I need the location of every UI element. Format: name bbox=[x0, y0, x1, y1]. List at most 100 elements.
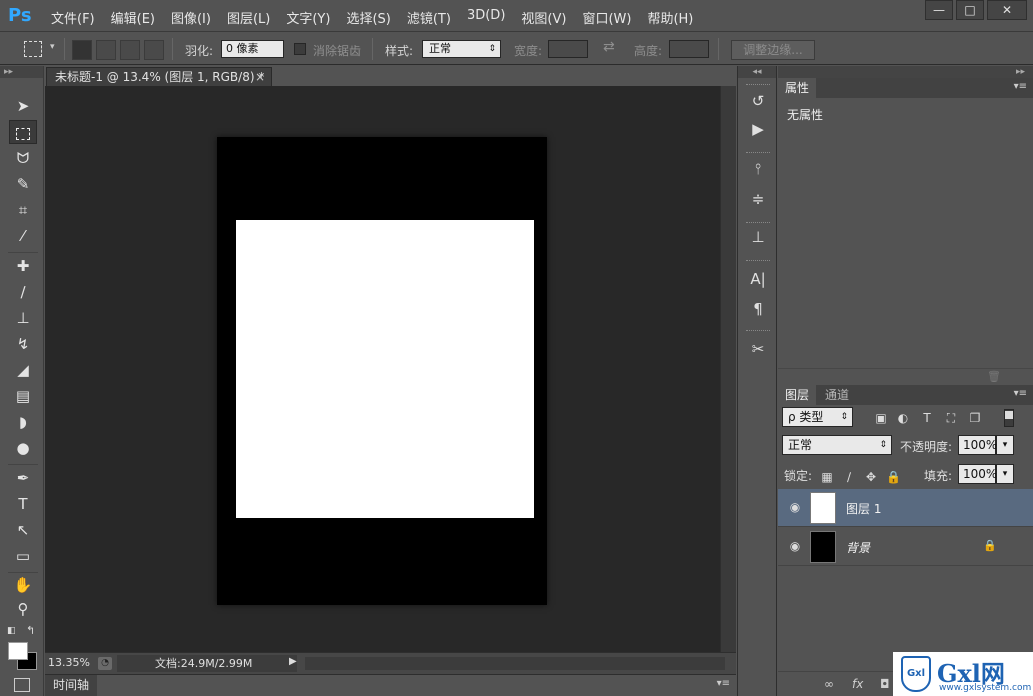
menu-help[interactable]: 帮助(H) bbox=[641, 8, 699, 27]
swap-icon[interactable]: ⇄ bbox=[603, 39, 615, 55]
history-icon[interactable]: ↺ bbox=[745, 90, 771, 112]
default-colors-icon[interactable]: ◧ bbox=[7, 626, 16, 636]
hand-tool-icon[interactable]: ✋ bbox=[9, 573, 37, 597]
visibility-eye-icon[interactable]: ◉ bbox=[787, 539, 803, 553]
layer-style-icon[interactable]: fx bbox=[852, 677, 863, 691]
marquee-tool-icon[interactable] bbox=[9, 120, 37, 144]
healing-brush-tool-icon[interactable]: ✚ bbox=[9, 254, 37, 278]
menu-window[interactable]: 窗口(W) bbox=[576, 8, 637, 27]
antialias-checkbox[interactable] bbox=[294, 43, 306, 55]
add-to-selection-icon[interactable] bbox=[96, 40, 116, 60]
history-brush-tool-icon[interactable]: ↯ bbox=[9, 332, 37, 356]
tool-presets-icon[interactable]: ✂ bbox=[745, 338, 771, 360]
pen-tool-icon[interactable]: ✒ bbox=[9, 466, 37, 490]
new-selection-icon[interactable] bbox=[72, 40, 92, 60]
opacity-input[interactable]: 100% bbox=[958, 435, 997, 455]
zoom-tool-icon[interactable]: ⚲ bbox=[9, 597, 37, 621]
preset-dropdown-icon[interactable]: ▾ bbox=[50, 42, 55, 52]
timeline-menu-icon[interactable]: ▾≡ bbox=[717, 678, 730, 689]
link-layers-icon[interactable]: ∞ bbox=[824, 677, 834, 691]
properties-trash-icon[interactable]: 🗑 bbox=[987, 370, 1001, 383]
close-button[interactable]: ✕ bbox=[987, 0, 1027, 20]
brush-tool-icon[interactable]: ∕ bbox=[9, 280, 37, 304]
vertical-scrollbar[interactable] bbox=[720, 86, 736, 652]
clone-source-icon[interactable]: ⊥ bbox=[745, 226, 771, 248]
tools-collapse[interactable]: ▸▸ bbox=[0, 66, 43, 78]
intersect-selection-icon[interactable] bbox=[144, 40, 164, 60]
swap-colors-icon[interactable]: ↰ bbox=[26, 624, 35, 637]
horizontal-scrollbar[interactable] bbox=[305, 657, 725, 670]
lock-image-icon[interactable]: ∕ bbox=[842, 470, 856, 484]
eyedropper-tool-icon[interactable]: ⁄ bbox=[9, 224, 37, 248]
actions-play-icon[interactable]: ▶ bbox=[745, 118, 771, 140]
filter-type-icon[interactable]: T bbox=[920, 411, 934, 425]
brush-presets-icon[interactable]: ⫯ bbox=[745, 158, 771, 180]
fill-dropdown-icon[interactable]: ▾ bbox=[996, 464, 1014, 484]
feather-input[interactable]: 0 像素 bbox=[221, 40, 284, 58]
filter-shape-icon[interactable]: ⛶ bbox=[944, 411, 958, 425]
screen-mode-icon[interactable] bbox=[14, 678, 30, 692]
dock-collapse[interactable]: ◂◂ bbox=[738, 66, 776, 78]
quick-select-tool-icon[interactable]: ✎ bbox=[9, 172, 37, 196]
layer-row[interactable]: ◉ 背景 🔒 bbox=[778, 528, 1033, 566]
layer-filter-kind-select[interactable]: ρ 类型 ⇕ bbox=[782, 407, 853, 427]
gradient-tool-icon[interactable]: ▤ bbox=[9, 384, 37, 408]
document-size-info[interactable]: 文档:24.9M/2.99M bbox=[117, 655, 297, 672]
filter-toggle[interactable] bbox=[1004, 409, 1014, 427]
menu-type[interactable]: 文字(Y) bbox=[280, 8, 336, 27]
tab-layers[interactable]: 图层 bbox=[778, 385, 817, 405]
layer-mask-icon[interactable]: ◘ bbox=[880, 677, 890, 691]
menu-select[interactable]: 选择(S) bbox=[340, 8, 396, 27]
menu-image[interactable]: 图像(I) bbox=[165, 8, 217, 27]
fill-input[interactable]: 100% bbox=[958, 464, 997, 484]
menu-file[interactable]: 文件(F) bbox=[45, 8, 101, 27]
rectangle-tool-icon[interactable]: ▭ bbox=[9, 544, 37, 568]
marquee-preset-icon[interactable] bbox=[24, 41, 42, 57]
lock-all-icon[interactable]: 🔒 bbox=[886, 470, 901, 484]
height-input[interactable] bbox=[669, 40, 709, 58]
lasso-tool-icon[interactable]: ᗢ bbox=[9, 146, 37, 170]
filter-adjustment-icon[interactable]: ◐ bbox=[896, 411, 910, 425]
layers-menu-icon[interactable]: ▾≡ bbox=[1014, 388, 1027, 399]
panels-collapse[interactable]: ▸▸ bbox=[778, 66, 1033, 78]
status-menu-arrow-icon[interactable]: ▶ bbox=[289, 656, 297, 667]
path-select-tool-icon[interactable]: ↖ bbox=[9, 518, 37, 542]
zoom-level[interactable]: 13.35% bbox=[48, 656, 90, 669]
lock-position-icon[interactable]: ✥ bbox=[864, 470, 878, 484]
subtract-selection-icon[interactable] bbox=[120, 40, 140, 60]
tab-properties[interactable]: 属性 bbox=[778, 78, 817, 98]
blur-tool-icon[interactable]: ◗ bbox=[9, 410, 37, 434]
width-input[interactable] bbox=[548, 40, 588, 58]
timeline-tab[interactable]: 时间轴 bbox=[45, 675, 97, 696]
lock-transparent-icon[interactable]: ▦ bbox=[820, 470, 834, 484]
menu-view[interactable]: 视图(V) bbox=[515, 8, 572, 27]
foreground-color-swatch[interactable] bbox=[8, 642, 28, 660]
layer-name[interactable]: 图层 1 bbox=[846, 500, 881, 517]
move-tool-icon[interactable]: ➤ bbox=[9, 94, 37, 118]
refine-edge-button[interactable]: 调整边缘... bbox=[731, 40, 815, 60]
menu-filter[interactable]: 滤镜(T) bbox=[401, 8, 457, 27]
menu-3d[interactable]: 3D(D) bbox=[461, 8, 511, 27]
opacity-dropdown-icon[interactable]: ▾ bbox=[996, 435, 1014, 455]
menu-edit[interactable]: 编辑(E) bbox=[105, 8, 161, 27]
close-tab-icon[interactable]: × bbox=[255, 68, 265, 86]
restore-button[interactable]: □ bbox=[956, 0, 984, 20]
eraser-tool-icon[interactable]: ◢ bbox=[9, 358, 37, 382]
white-layer-content[interactable] bbox=[236, 220, 534, 518]
visibility-eye-icon[interactable]: ◉ bbox=[787, 500, 803, 514]
status-info-icon[interactable]: ◔ bbox=[98, 657, 112, 670]
layer-name[interactable]: 背景 bbox=[846, 539, 870, 556]
brush-settings-icon[interactable]: ≑ bbox=[745, 188, 771, 210]
character-icon[interactable]: A| bbox=[745, 268, 771, 290]
filter-pixel-icon[interactable]: ▣ bbox=[874, 411, 888, 425]
clone-stamp-tool-icon[interactable]: ⊥ bbox=[9, 306, 37, 330]
paragraph-icon[interactable]: ¶ bbox=[745, 298, 771, 320]
dodge-tool-icon[interactable]: ● bbox=[9, 436, 37, 460]
style-select[interactable]: 正常 ⇕ bbox=[422, 40, 501, 58]
properties-menu-icon[interactable]: ▾≡ bbox=[1014, 81, 1027, 92]
menu-layer[interactable]: 图层(L) bbox=[221, 8, 276, 27]
tab-channels[interactable]: 通道 bbox=[818, 385, 856, 405]
crop-tool-icon[interactable]: ⌗ bbox=[9, 198, 37, 222]
document-tab[interactable]: 未标题-1 @ 13.4% (图层 1, RGB/8) * × bbox=[46, 67, 272, 86]
minimize-button[interactable]: — bbox=[925, 0, 953, 20]
